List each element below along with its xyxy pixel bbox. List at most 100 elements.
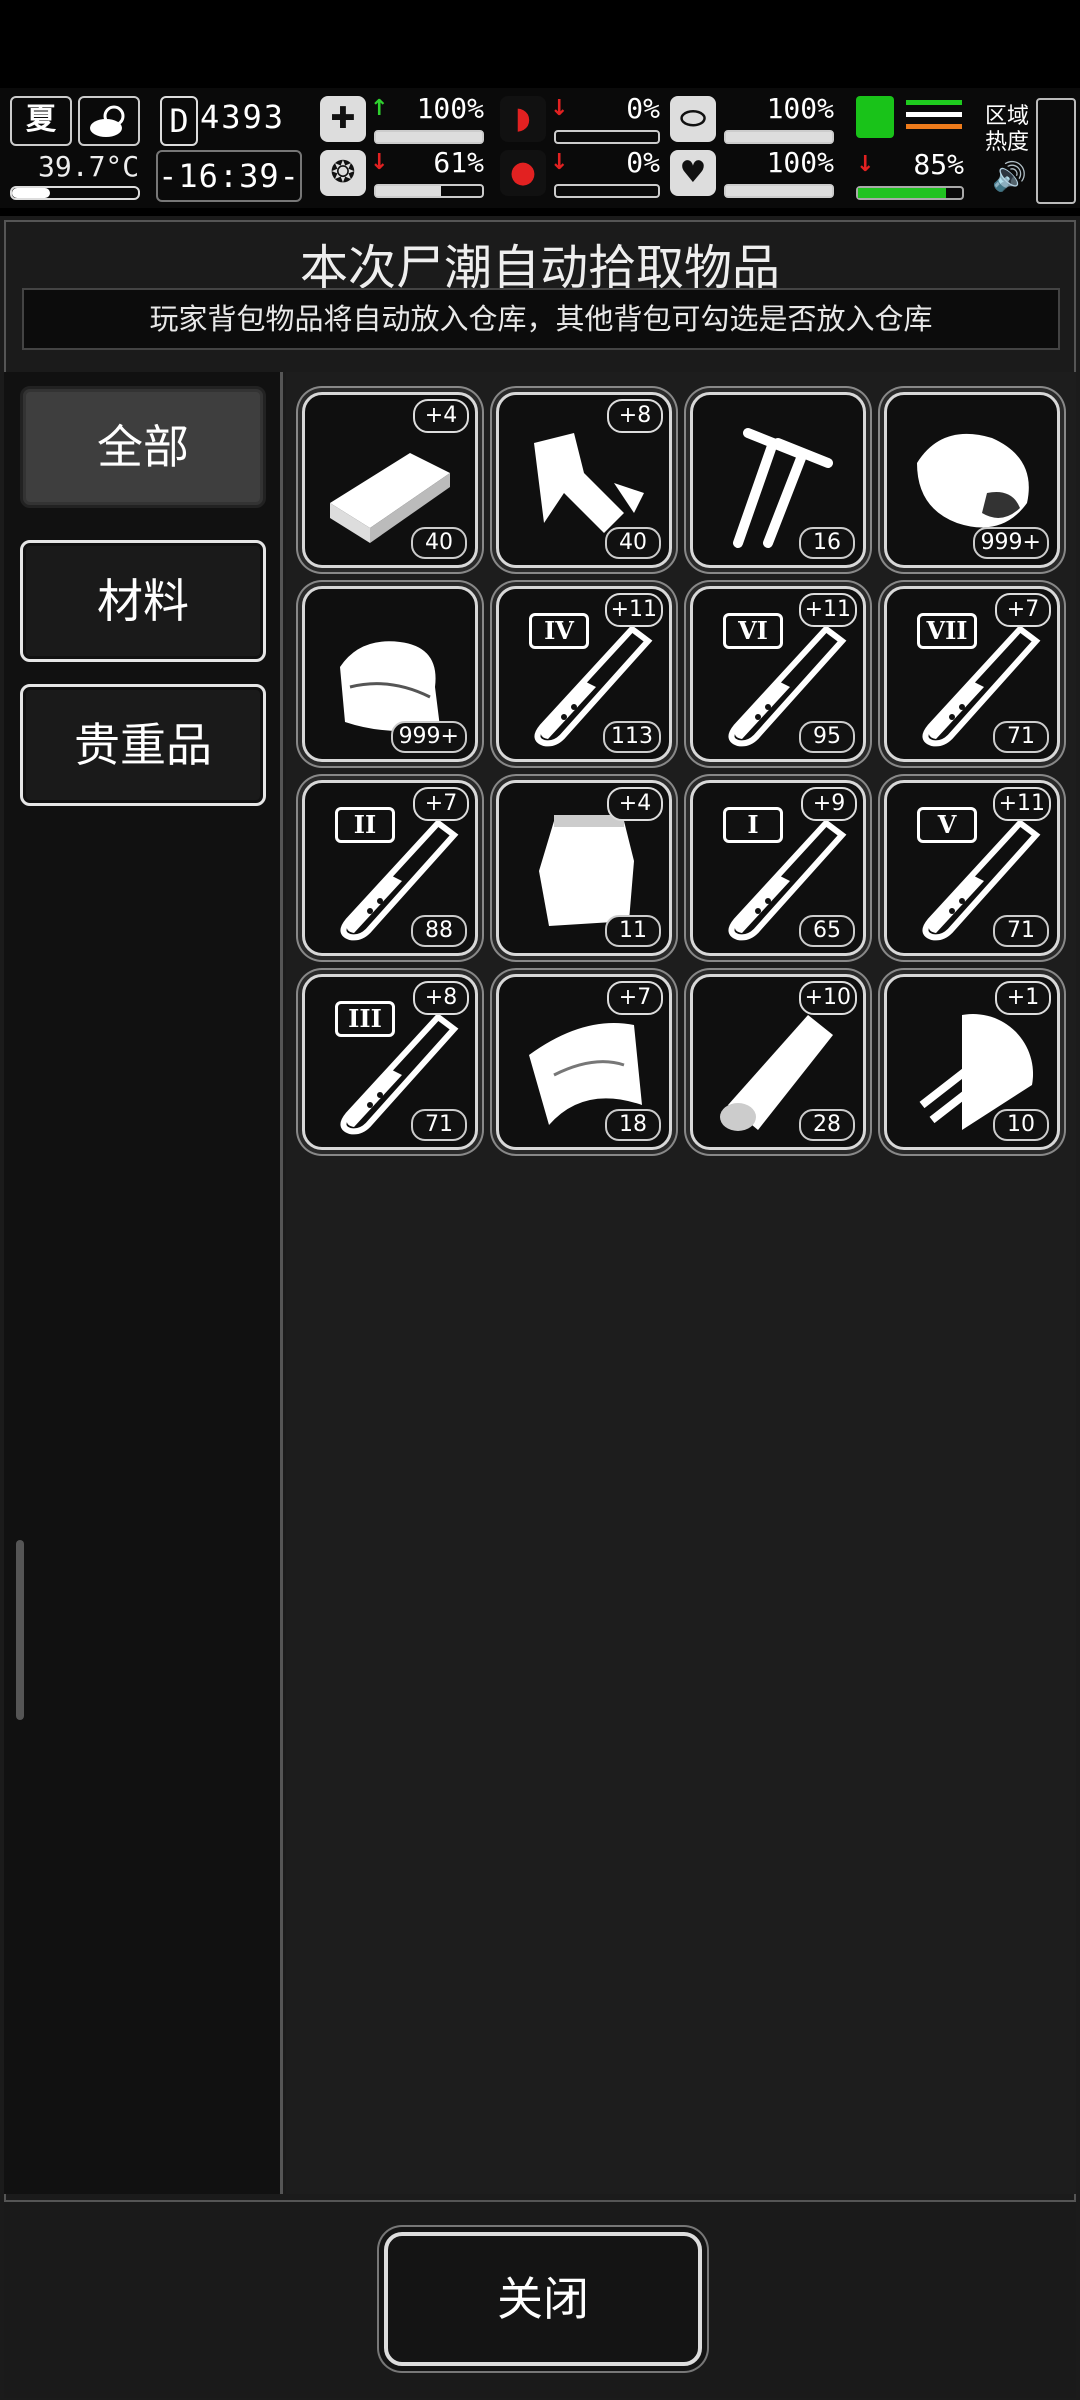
day-indicator: D bbox=[160, 96, 198, 146]
stamina-arrow: ↓ bbox=[856, 152, 875, 177]
bonus-badge: +8 bbox=[413, 981, 469, 1015]
stat-value: 100% bbox=[416, 92, 484, 125]
area-label: 区域 bbox=[985, 104, 1030, 129]
blood-drop-icon: ● bbox=[500, 150, 546, 196]
survival-score: 4393 bbox=[200, 98, 286, 136]
item-count: 10 bbox=[993, 1109, 1049, 1141]
game-clock: -16:39- bbox=[156, 150, 302, 202]
bonus-badge: +7 bbox=[413, 787, 469, 821]
stat-sanity: ❂ ↓ 61% bbox=[320, 146, 484, 198]
bonus-badge: +10 bbox=[798, 981, 857, 1015]
heart-icon: ♥ bbox=[670, 150, 716, 196]
close-button[interactable]: 关闭 bbox=[384, 2232, 702, 2366]
season-indicator: 夏 bbox=[10, 96, 72, 146]
item-slot[interactable]: I +9 65 bbox=[690, 780, 866, 956]
auto-pickup-panel: 本次尸潮自动拾取物品 玩家背包物品将自动放入仓库，其他背包可勾选是否放入仓库 全… bbox=[0, 216, 1080, 2400]
bonus-badge: +8 bbox=[607, 399, 663, 433]
item-slot[interactable]: +7 18 bbox=[496, 974, 672, 1150]
item-slot[interactable]: 999+ bbox=[302, 586, 478, 762]
bonus-badge: +4 bbox=[607, 787, 663, 821]
stat-arrow: ↓ bbox=[370, 150, 389, 175]
stat-bar bbox=[374, 130, 484, 144]
speaker-icon[interactable]: 🔊 bbox=[992, 160, 1027, 193]
scrollbar[interactable] bbox=[16, 1540, 24, 1720]
bonus-badge: +11 bbox=[604, 593, 663, 627]
item-slot[interactable]: VII +7 71 bbox=[884, 586, 1060, 762]
item-slot[interactable]: +4 11 bbox=[496, 780, 672, 956]
bonus-badge: +7 bbox=[995, 593, 1051, 627]
potion-tier-badge: II bbox=[335, 807, 395, 843]
item-count: 95 bbox=[799, 721, 855, 753]
item-slot[interactable]: IV +11 113 bbox=[496, 586, 672, 762]
stat-health: ✚ ↑ 100% bbox=[320, 92, 484, 144]
item-slot[interactable]: 16 bbox=[690, 392, 866, 568]
item-slot[interactable]: II +7 88 bbox=[302, 780, 478, 956]
temperature-readout: 39.7°C bbox=[38, 150, 140, 183]
item-count: 11 bbox=[605, 915, 661, 947]
bonus-badge: +9 bbox=[801, 787, 857, 821]
bonus-badge: +4 bbox=[413, 399, 469, 433]
item-count: 999+ bbox=[972, 527, 1049, 559]
stat-bar bbox=[724, 184, 834, 198]
item-slot[interactable]: III +8 71 bbox=[302, 974, 478, 1150]
item-grid: +4 40 +8 40 16 999+ 999+ IV +11 113 VI +11 95 VII +7 71… bbox=[286, 372, 1076, 2194]
item-count: 40 bbox=[411, 527, 467, 559]
stat-blood: ● ↓ 0% bbox=[500, 146, 660, 198]
item-count: 18 bbox=[605, 1109, 661, 1141]
stat-value: 61% bbox=[433, 146, 484, 179]
potion-tier-badge: III bbox=[335, 1001, 395, 1037]
stat-value: 0% bbox=[626, 92, 660, 125]
heat-label: 热度 bbox=[985, 130, 1030, 155]
category-sidebar: 全部 材料 贵重品 bbox=[4, 372, 283, 2194]
item-slot[interactable]: +1 10 bbox=[884, 974, 1060, 1150]
item-count: 71 bbox=[993, 721, 1049, 753]
stamina-value: 85% bbox=[913, 148, 964, 181]
stat-arrow: ↓ bbox=[550, 150, 569, 175]
stat-arrow: ↓ bbox=[550, 96, 569, 121]
item-count: 113 bbox=[603, 721, 661, 753]
potion-tier-badge: I bbox=[723, 807, 783, 843]
item-slot[interactable]: 999+ bbox=[884, 392, 1060, 568]
stomach-icon: ◗ bbox=[500, 96, 546, 142]
stat-bar bbox=[554, 130, 660, 144]
stat-value: 100% bbox=[766, 92, 834, 125]
medkit-icon: ✚ bbox=[320, 96, 366, 142]
tab-all[interactable]: 全部 bbox=[20, 386, 266, 508]
stat-hunger: ◗ ↓ 0% bbox=[500, 92, 660, 144]
bonus-badge: +7 bbox=[607, 981, 663, 1015]
item-count: 16 bbox=[799, 527, 855, 559]
pill-icon: ⬭ bbox=[670, 96, 716, 142]
potion-tier-badge: VI bbox=[723, 613, 783, 649]
stat-arrow: ↑ bbox=[370, 96, 389, 121]
stat-bar bbox=[554, 184, 660, 198]
potion-tier-badge: IV bbox=[529, 613, 589, 649]
item-slot[interactable]: V +11 71 bbox=[884, 780, 1060, 956]
item-slot[interactable]: +8 40 bbox=[496, 392, 672, 568]
tab-valuables[interactable]: 贵重品 bbox=[20, 684, 266, 806]
stat-medicine: ⬭ 100% bbox=[670, 92, 834, 144]
stat-mood: ♥ 100% bbox=[670, 146, 834, 198]
potion-tier-badge: VII bbox=[917, 613, 977, 649]
brain-icon: ❂ bbox=[320, 150, 366, 196]
item-count: 999+ bbox=[390, 721, 467, 753]
bonus-badge: +11 bbox=[798, 593, 857, 627]
item-count: 28 bbox=[799, 1109, 855, 1141]
item-count: 71 bbox=[411, 1109, 467, 1141]
boot-icon bbox=[856, 96, 894, 138]
item-slot[interactable]: VI +11 95 bbox=[690, 586, 866, 762]
stamina-bar bbox=[856, 186, 964, 200]
tab-materials[interactable]: 材料 bbox=[20, 540, 266, 662]
item-count: 71 bbox=[993, 915, 1049, 947]
partly-cloudy-icon bbox=[78, 96, 140, 146]
stat-value: 100% bbox=[766, 146, 834, 179]
stamina-status: ↓ 85% bbox=[850, 94, 970, 200]
area-heat-meter bbox=[1036, 98, 1076, 204]
item-count: 40 bbox=[605, 527, 661, 559]
thermometer-bar bbox=[10, 186, 140, 200]
item-slot[interactable]: +4 40 bbox=[302, 392, 478, 568]
stat-bar bbox=[724, 130, 834, 144]
item-count: 65 bbox=[799, 915, 855, 947]
stat-bar bbox=[374, 184, 484, 198]
item-slot[interactable]: +10 28 bbox=[690, 974, 866, 1150]
area-heat-label: 区域 热度 bbox=[985, 104, 1029, 156]
